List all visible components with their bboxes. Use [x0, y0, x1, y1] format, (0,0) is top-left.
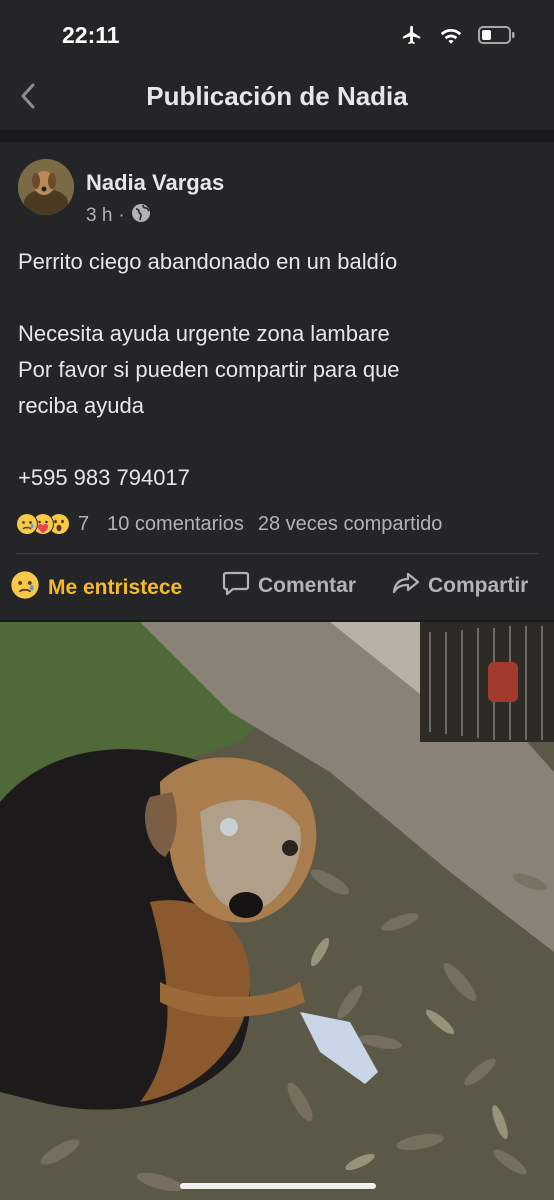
post-text: Perrito ciego abandonado en un baldío Ne… — [18, 244, 538, 496]
home-indicator[interactable] — [180, 1183, 376, 1189]
nav-bar: Publicación de Nadia — [0, 66, 554, 130]
status-time: 22:11 — [62, 22, 120, 48]
post-text-line — [18, 280, 538, 316]
post-time[interactable]: 3 h — [86, 205, 112, 227]
sad-reaction-label: Me entristece — [48, 576, 183, 599]
share-label: Compartir — [428, 574, 529, 597]
reaction-count[interactable]: 7 — [78, 513, 89, 536]
shares-count[interactable]: 28 veces compartido — [258, 513, 443, 536]
post-text-line: Necesita ayuda urgente zona lambare — [18, 321, 390, 346]
post-card: Nadia Vargas 3 h · Perrito ciego abandon… — [0, 142, 554, 620]
avatar[interactable] — [18, 159, 74, 215]
sad-face-icon — [10, 570, 40, 606]
status-bar: 22:11 — [0, 0, 554, 66]
wifi-icon — [438, 25, 464, 50]
comment-icon — [222, 570, 250, 602]
action-divider — [16, 553, 538, 554]
comment-button[interactable]: Comentar — [222, 570, 356, 602]
meta-separator: · — [118, 205, 125, 226]
sad-reaction-button[interactable]: Me entristece — [10, 570, 182, 606]
page-title: Publicación de Nadia — [146, 81, 408, 111]
post-photo[interactable] — [0, 622, 554, 1200]
comments-count[interactable]: 10 comentarios — [107, 513, 244, 536]
phone-number[interactable]: +595 983 794017 — [18, 460, 538, 496]
post-text-line — [18, 424, 538, 460]
battery-icon — [478, 25, 516, 50]
action-bar: Me entristece Comentar Compartir — [0, 560, 554, 610]
airplane-icon — [400, 24, 424, 51]
status-icons — [400, 24, 516, 51]
comment-label: Comentar — [258, 574, 357, 597]
reactions-row: 7 10 comentarios 28 veces compartido — [16, 508, 540, 540]
globe-icon — [131, 203, 151, 229]
sad-face-icon[interactable] — [16, 513, 38, 535]
divider — [0, 130, 554, 142]
post-meta: 3 h · — [86, 203, 151, 229]
post-text-line: reciba ayuda — [18, 393, 144, 418]
author-name[interactable]: Nadia Vargas — [86, 170, 224, 196]
share-button[interactable]: Compartir — [392, 570, 528, 602]
share-icon — [392, 570, 420, 602]
post-text-line: Perrito ciego abandonado en un baldío — [18, 249, 398, 274]
post-text-line: Por favor si pueden compartir para que — [18, 357, 400, 382]
